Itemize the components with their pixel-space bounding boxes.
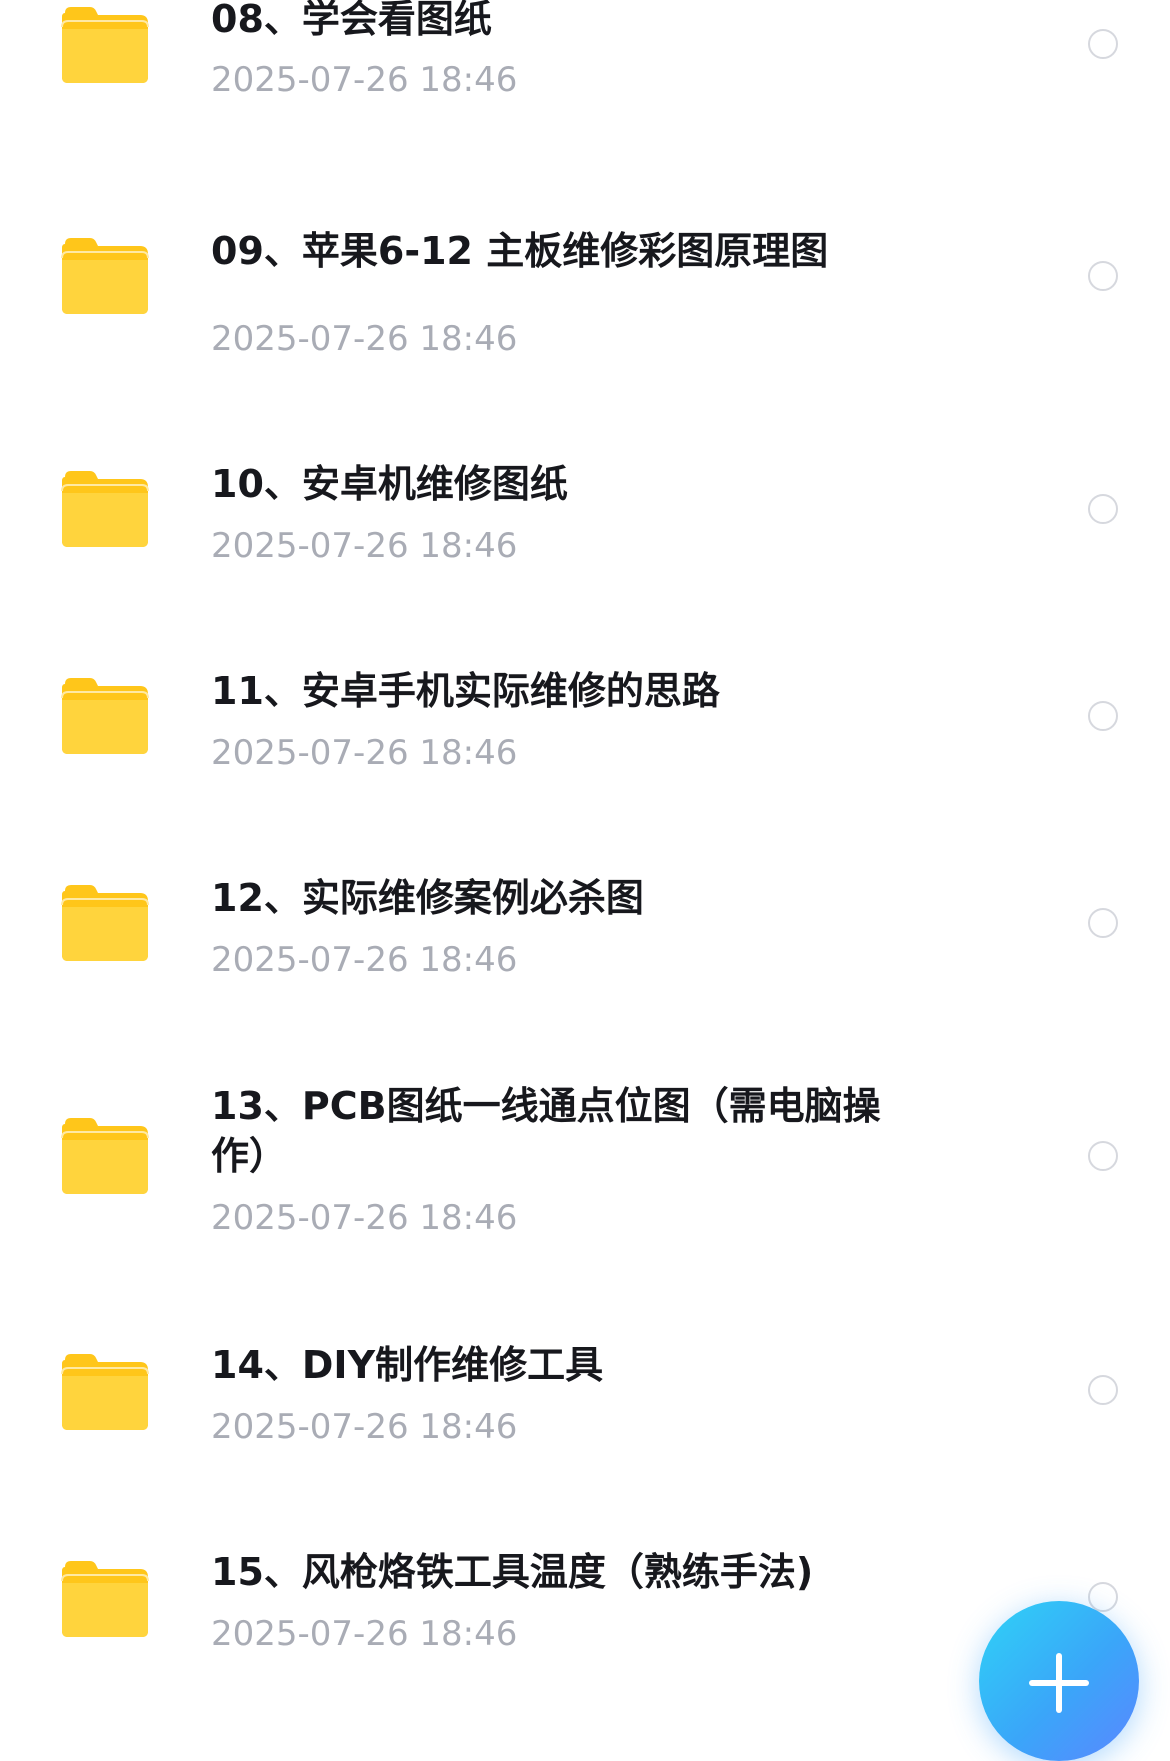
file-date: 2025-07-26 18:46 bbox=[211, 940, 518, 980]
file-date: 2025-07-26 18:46 bbox=[211, 526, 518, 566]
list-item[interactable]: 11、安卓手机实际维修的思路 2025-07-26 18:46 bbox=[0, 657, 1170, 787]
file-date: 2025-07-26 18:46 bbox=[211, 1407, 518, 1447]
list-item[interactable]: 13、PCB图纸一线通点位图（需电脑操作） 2025-07-26 18:46 bbox=[0, 1070, 1170, 1250]
add-button[interactable] bbox=[979, 1601, 1139, 1761]
list-item[interactable]: 09、苹果6-12 主板维修彩图原理图 2025-07-26 18:46 bbox=[0, 200, 1170, 380]
select-radio[interactable] bbox=[1088, 261, 1118, 291]
file-date: 2025-07-26 18:46 bbox=[211, 1198, 518, 1238]
select-radio[interactable] bbox=[1088, 908, 1118, 938]
file-name: 08、学会看图纸 bbox=[211, 0, 492, 41]
folder-icon bbox=[60, 1559, 150, 1639]
select-radio[interactable] bbox=[1088, 29, 1118, 59]
list-item[interactable]: 14、DIY制作维修工具 2025-07-26 18:46 bbox=[0, 1327, 1170, 1457]
select-radio[interactable] bbox=[1088, 1375, 1118, 1405]
file-name: 12、实际维修案例必杀图 bbox=[211, 876, 644, 920]
file-name: 11、安卓手机实际维修的思路 bbox=[211, 669, 720, 713]
folder-icon bbox=[60, 5, 150, 85]
folder-icon bbox=[60, 236, 150, 316]
file-name: 14、DIY制作维修工具 bbox=[211, 1343, 604, 1387]
file-name: 09、苹果6-12 主板维修彩图原理图 bbox=[211, 229, 829, 273]
list-item[interactable]: 10、安卓机维修图纸 2025-07-26 18:46 bbox=[0, 450, 1170, 580]
select-radio[interactable] bbox=[1088, 1141, 1118, 1171]
folder-icon bbox=[60, 676, 150, 756]
file-name: 13、PCB图纸一线通点位图（需电脑操作） bbox=[211, 1084, 881, 1178]
folder-icon bbox=[60, 883, 150, 963]
select-radio[interactable] bbox=[1088, 494, 1118, 524]
list-item[interactable]: 12、实际维修案例必杀图 2025-07-26 18:46 bbox=[0, 864, 1170, 994]
folder-icon bbox=[60, 1352, 150, 1432]
file-name: 15、风枪烙铁工具温度（熟练手法) bbox=[211, 1550, 814, 1594]
folder-icon bbox=[60, 1116, 150, 1196]
plus-icon bbox=[1029, 1653, 1089, 1713]
select-radio[interactable] bbox=[1088, 701, 1118, 731]
file-date: 2025-07-26 18:46 bbox=[211, 733, 518, 773]
file-date: 2025-07-26 18:46 bbox=[211, 60, 518, 100]
file-date: 2025-07-26 18:46 bbox=[211, 1614, 518, 1654]
file-list: 08、学会看图纸 2025-07-26 18:46 09、苹果6-12 主板维修… bbox=[0, 0, 1170, 1754]
folder-icon bbox=[60, 469, 150, 549]
list-item[interactable]: 08、学会看图纸 2025-07-26 18:46 bbox=[0, 0, 1170, 130]
file-name: 10、安卓机维修图纸 bbox=[211, 462, 568, 506]
file-date: 2025-07-26 18:46 bbox=[211, 319, 518, 359]
